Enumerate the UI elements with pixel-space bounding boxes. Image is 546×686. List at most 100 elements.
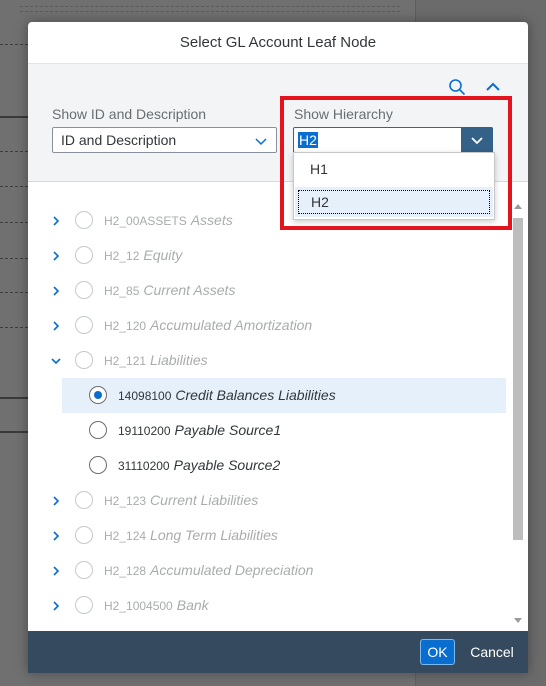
tree-row-label: H2_00ASSETS Assets xyxy=(104,212,233,228)
tree-row-description: Current Liabilities xyxy=(150,492,259,508)
tree-row-label: H2_123 Current Liabilities xyxy=(104,492,258,508)
tree-row-id: H2_128 xyxy=(104,564,147,578)
tree-leaf-row[interactable]: 19110200 Payable Source1 xyxy=(28,413,506,448)
tree-row-label: 19110200 Payable Source1 xyxy=(118,422,281,438)
ok-button[interactable]: OK xyxy=(420,639,455,665)
tree-row-description: Current Assets xyxy=(143,282,236,298)
chevron-right-icon[interactable] xyxy=(49,249,63,263)
tree-row-description: Equity xyxy=(143,247,183,263)
tree-row-radio[interactable] xyxy=(89,421,107,439)
tree-row-label: H2_12 Equity xyxy=(104,247,182,263)
tree-row-label: H2_128 Accumulated Depreciation xyxy=(104,562,313,578)
background-divider xyxy=(0,151,28,152)
tree-row-description: Credit Balances Liabilities xyxy=(175,387,336,403)
tree-row-description: Accumulated Amortization xyxy=(150,317,313,333)
tree-scrollbar[interactable] xyxy=(512,204,524,623)
tree-row-radio[interactable] xyxy=(89,386,107,404)
tree-node-row[interactable]: H2_85 Current Assets xyxy=(28,273,506,308)
background-divider xyxy=(0,116,28,118)
tree-row-id: H2_12 xyxy=(104,249,140,263)
scroll-thumb[interactable] xyxy=(513,218,523,540)
chevron-right-icon[interactable] xyxy=(49,529,63,543)
background-divider xyxy=(0,397,28,399)
tree-row-id: H2_123 xyxy=(104,494,147,508)
tree-row-radio[interactable] xyxy=(75,211,93,229)
tree-node-row[interactable]: H2_128 Accumulated Depreciation xyxy=(28,553,506,588)
tree-row-description: Assets xyxy=(190,212,233,228)
tree-row-label: H2_1004500 Bank xyxy=(104,597,209,613)
tree-node-row[interactable]: H2_1004500 Bank xyxy=(28,588,506,623)
tree-row-radio[interactable] xyxy=(75,596,93,614)
gl-account-tree: H2_00ASSETS Assets H2_12 Equity H2_85 Current… xyxy=(28,182,528,631)
tree-row-id: 19110200 xyxy=(118,424,171,438)
chevron-right-icon[interactable] xyxy=(49,599,63,613)
select-gl-account-dialog: Select GL Account Leaf Node Show ID and … xyxy=(28,22,528,673)
tree-row-description: Payable Source1 xyxy=(174,422,282,438)
hierarchy-option-h1[interactable]: H1 xyxy=(294,153,494,185)
background-divider xyxy=(0,258,28,259)
tree-node-row[interactable]: H2_124 Long Term Liabilities xyxy=(28,518,506,553)
tree-row-id: 14098100 xyxy=(118,389,172,403)
tree-row-radio[interactable] xyxy=(75,351,93,369)
hierarchy-dropdown-button[interactable] xyxy=(461,127,493,153)
tree-row-label: 31110200 Payable Source2 xyxy=(118,457,280,473)
cancel-button[interactable]: Cancel xyxy=(462,639,522,665)
tree-row-label: H2_124 Long Term Liabilities xyxy=(104,527,278,543)
background-divider xyxy=(0,327,28,328)
tree-row-id: H2_124 xyxy=(104,529,147,543)
tree-row-id: 31110200 xyxy=(118,459,170,473)
hierarchy-dropdown-list: H1 H2 xyxy=(293,152,495,220)
tree-row-radio[interactable] xyxy=(89,456,107,474)
id-description-label: Show ID and Description xyxy=(52,106,207,122)
tree-node-row[interactable]: H2_121 Liabilities xyxy=(28,343,506,378)
background-divider xyxy=(0,186,28,187)
tree-row-description: Bank xyxy=(176,597,209,613)
scroll-up-arrow[interactable] xyxy=(514,204,522,209)
id-description-select[interactable]: ID and Description xyxy=(52,127,277,153)
tree-row-id: H2_85 xyxy=(104,284,140,298)
tree-row-id: H2_1004500 xyxy=(104,599,173,613)
background-divider xyxy=(0,222,28,223)
dialog-title: Select GL Account Leaf Node xyxy=(28,22,528,64)
tree-row-radio[interactable] xyxy=(75,246,93,264)
dialog-footer: OK Cancel xyxy=(28,631,528,673)
tree-row-label: 14098100 Credit Balances Liabilities xyxy=(118,387,336,403)
background-divider xyxy=(0,292,28,293)
chevron-right-icon[interactable] xyxy=(49,284,63,298)
tree-row-description: Accumulated Depreciation xyxy=(150,562,314,578)
tree-row-radio[interactable] xyxy=(75,316,93,334)
chevron-up-icon[interactable] xyxy=(484,78,502,96)
tree-row-id: H2_00ASSETS xyxy=(104,214,187,228)
tree-row-radio[interactable] xyxy=(75,281,93,299)
hierarchy-option-h2[interactable]: H2 xyxy=(295,187,493,217)
search-icon[interactable] xyxy=(448,78,466,96)
chevron-down-icon xyxy=(255,138,267,146)
background-divider xyxy=(0,431,28,433)
tree-row-radio[interactable] xyxy=(75,491,93,509)
chevron-right-icon[interactable] xyxy=(49,214,63,228)
tree-node-row[interactable]: H2_120 Accumulated Amortization xyxy=(28,308,506,343)
hierarchy-select[interactable]: H2 xyxy=(293,127,493,153)
tree-row-id: H2_121 xyxy=(104,354,147,368)
tree-leaf-row[interactable]: 14098100 Credit Balances Liabilities xyxy=(62,378,506,413)
background-divider xyxy=(20,6,400,12)
chevron-right-icon[interactable] xyxy=(49,494,63,508)
scroll-down-arrow[interactable] xyxy=(514,618,522,623)
tree-row-radio[interactable] xyxy=(75,526,93,544)
tree-node-row[interactable]: H2_123 Current Liabilities xyxy=(28,483,506,518)
id-description-value: ID and Description xyxy=(61,132,177,148)
background-divider xyxy=(0,44,28,45)
chevron-right-icon[interactable] xyxy=(49,564,63,578)
chevron-right-icon[interactable] xyxy=(49,319,63,333)
tree-row-description: Payable Source2 xyxy=(173,457,281,473)
tree-row-id: H2_120 xyxy=(104,319,147,333)
tree-row-description: Liabilities xyxy=(150,352,208,368)
tree-row-radio[interactable] xyxy=(75,561,93,579)
tree-leaf-row[interactable]: 31110200 Payable Source2 xyxy=(28,448,506,483)
tree-node-row[interactable]: H2_12 Equity xyxy=(28,238,506,273)
hierarchy-label: Show Hierarchy xyxy=(294,106,393,122)
tree-row-description: Long Term Liabilities xyxy=(150,527,278,543)
hierarchy-value: H2 xyxy=(298,132,318,148)
chevron-down-icon[interactable] xyxy=(49,354,63,368)
tree-row-label: H2_120 Accumulated Amortization xyxy=(104,317,312,333)
